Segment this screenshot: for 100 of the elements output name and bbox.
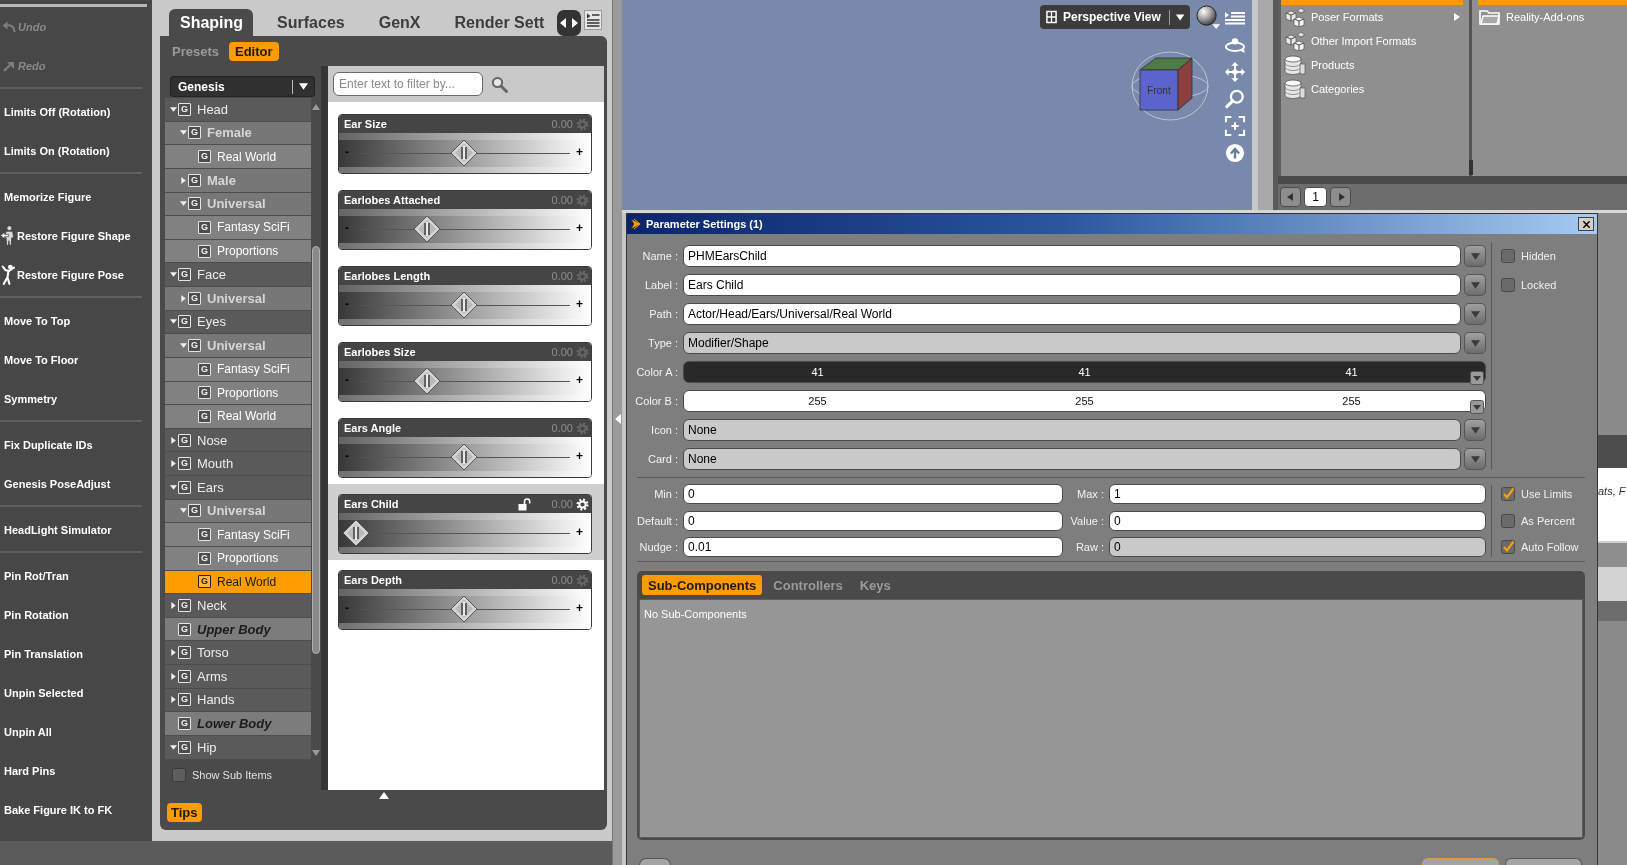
toolbar-button[interactable]: Pin Rot/Tran — [4, 567, 69, 584]
tree-item[interactable]: G Proportions — [165, 546, 311, 571]
toolbar-button[interactable]: Pin Rotation — [4, 606, 69, 623]
checkbox[interactable] — [1501, 513, 1515, 528]
tree-item[interactable]: G Real World — [165, 570, 311, 595]
toolbar-button[interactable]: Move To Floor — [4, 351, 79, 368]
text-field[interactable]: 0.01 — [683, 537, 1063, 558]
toolbar-button[interactable]: Unpin All — [4, 723, 52, 740]
unlock-icon[interactable] — [517, 497, 532, 511]
tree-item[interactable]: G Torso — [165, 641, 311, 665]
view-dropdown[interactable]: Perspective View — [1040, 5, 1190, 29]
toolbar-button[interactable]: Restore Figure Pose — [0, 262, 124, 287]
viewport[interactable]: Perspective View Front — [622, 0, 1252, 210]
frame-icon[interactable] — [1224, 116, 1246, 136]
dropdown-button[interactable] — [1464, 274, 1486, 296]
slider-card[interactable]: Ears Depth 0.00 - + — [338, 570, 592, 630]
arrow-up-icon[interactable] — [379, 792, 389, 799]
text-field[interactable]: 0 — [683, 510, 1063, 531]
scroll-down-icon[interactable] — [312, 750, 320, 756]
slider-card[interactable]: Ears Angle 0.00 - + — [338, 418, 592, 478]
slider-card[interactable]: Earlobes Size 0.00 - + — [338, 342, 592, 402]
dropdown-button[interactable] — [1464, 303, 1486, 325]
tree-item[interactable]: G Head — [165, 98, 311, 122]
page-field[interactable]: 1 — [1304, 187, 1327, 207]
color-field[interactable]: 255 255 255 — [683, 390, 1486, 412]
slider-thumb[interactable] — [449, 595, 478, 623]
scrollbar-thumb[interactable] — [1469, 160, 1473, 175]
toolbar-button[interactable]: Restore Figure Shape — [0, 223, 131, 248]
tree-item[interactable]: G Fantasy SciFi — [165, 523, 311, 547]
tree-item[interactable]: G Proportions — [165, 381, 311, 406]
checkbox[interactable] — [1501, 278, 1515, 292]
tree-item[interactable]: G Universal — [165, 287, 311, 311]
pane-tab[interactable]: Shaping — [169, 9, 254, 36]
pane-tab[interactable]: GenX — [367, 9, 431, 36]
color-field[interactable]: 41 41 41 — [683, 361, 1486, 383]
scroll-up-icon[interactable] — [312, 104, 320, 110]
tree-item[interactable]: G Real World — [165, 145, 311, 169]
tree-item[interactable]: G Nose — [165, 428, 311, 453]
tips-button[interactable]: Tips — [167, 803, 202, 822]
dropdown-button[interactable] — [1464, 332, 1486, 354]
tree-item[interactable]: G Fantasy SciFi — [165, 216, 311, 240]
previous-page-button[interactable] — [1280, 187, 1301, 207]
scrollbar-thumb[interactable] — [312, 246, 320, 654]
tree-item[interactable]: G Universal — [165, 499, 311, 524]
slider-thumb[interactable] — [412, 215, 441, 243]
toolbar-button[interactable]: HeadLight Simulator — [4, 521, 112, 538]
slider-card[interactable]: Ear Size 0.00 - + — [338, 114, 592, 174]
search-icon[interactable] — [491, 75, 508, 93]
slider-card[interactable]: Earlobes Length 0.00 - + — [338, 266, 592, 326]
checkbox[interactable] — [172, 768, 186, 782]
menu-icon[interactable] — [584, 10, 602, 30]
scroll-arrows-icon[interactable] — [557, 10, 581, 36]
sphere-icon[interactable] — [1196, 5, 1221, 30]
tree-item[interactable]: G Eyes — [165, 310, 311, 335]
slider-thumb[interactable] — [412, 367, 441, 395]
filter-field[interactable]: Enter text to filter by... — [333, 72, 483, 96]
tree-item[interactable]: G Hands — [165, 688, 311, 713]
slider-thumb[interactable] — [449, 291, 478, 319]
toolbar-button[interactable]: Memorize Figure — [4, 188, 92, 205]
tree-item[interactable]: G Universal — [165, 192, 311, 217]
magnifier-icon[interactable] — [1224, 89, 1246, 109]
tree-item[interactable]: G Fantasy SciFi — [165, 357, 311, 382]
slider-card[interactable]: Earlobes Attached 0.00 - + — [338, 190, 592, 250]
toolbar-button[interactable]: Bake Figure IK to FK — [4, 801, 113, 818]
tree-item[interactable]: G Male — [165, 168, 311, 193]
round-button[interactable] — [639, 858, 671, 865]
dropdown-button[interactable] — [1464, 419, 1486, 441]
toolbar-button[interactable]: Symmetry — [4, 390, 58, 407]
move-icon[interactable] — [1224, 62, 1246, 82]
text-field[interactable]: 0 — [1109, 510, 1486, 531]
tree-item[interactable]: G Proportions — [165, 239, 311, 264]
slider-thumb[interactable] — [342, 519, 370, 547]
text-field[interactable]: PHMEarsChild — [683, 245, 1461, 267]
dropdown-button[interactable] — [1464, 245, 1486, 267]
arrow-left-icon[interactable] — [614, 414, 621, 424]
tree-item[interactable]: G Ears — [165, 476, 311, 500]
dropdown-button[interactable] — [1464, 448, 1486, 470]
checkbox[interactable] — [1501, 249, 1515, 263]
tree-item[interactable]: G Universal — [165, 334, 311, 358]
checkbox[interactable] — [1501, 540, 1515, 555]
text-field[interactable]: 0 — [683, 484, 1063, 505]
close-button[interactable] — [1578, 217, 1594, 231]
toolbar-button[interactable]: Pin Translation — [4, 645, 83, 662]
caret-icon[interactable] — [1470, 400, 1484, 414]
tree-item[interactable]: G Hip — [165, 735, 311, 760]
toolbar-button[interactable]: Move To Top — [4, 312, 71, 329]
dialog-button[interactable] — [1505, 858, 1582, 865]
tree-item[interactable]: G Arms — [165, 665, 311, 689]
slider-card[interactable]: Ears Child 0.00 + — [338, 494, 592, 554]
tree-item[interactable]: G Mouth — [165, 452, 311, 476]
toolbar-button[interactable]: Unpin Selected — [4, 684, 84, 701]
checkbox[interactable] — [1501, 487, 1515, 502]
text-field[interactable]: 1 — [1109, 484, 1486, 505]
tree-item[interactable]: G Neck — [165, 594, 311, 618]
text-field[interactable]: Actor/Head/Ears/Universal/Real World — [683, 303, 1461, 325]
pane-tab[interactable]: Surfaces — [266, 9, 355, 36]
tree-item[interactable]: G Face — [165, 263, 311, 287]
arrow-up-circle-icon[interactable] — [1224, 143, 1246, 163]
pane-tab[interactable]: Render Sett — [443, 9, 555, 36]
view-cube-drawing[interactable] — [1131, 51, 1209, 121]
